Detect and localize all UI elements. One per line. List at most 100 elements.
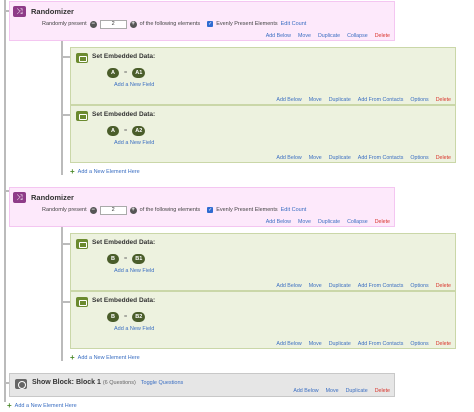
duplicate-link[interactable]: Duplicate: [318, 219, 340, 225]
duplicate-link[interactable]: Duplicate: [329, 155, 351, 161]
delete-link[interactable]: Delete: [375, 33, 390, 39]
randomize-settings: Randomly present − + of the following el…: [42, 19, 306, 29]
field-name-pill[interactable]: B: [107, 254, 119, 264]
randomizer-actions: Add Below Move Duplicate Collapse Delete: [266, 33, 390, 39]
collapse-link[interactable]: Collapse: [347, 33, 368, 39]
embedded-data-element: Set Embedded Data: A = A1 Add a New Fiel…: [70, 47, 456, 105]
move-link[interactable]: Move: [298, 219, 311, 225]
add-below-link[interactable]: Add Below: [266, 219, 291, 225]
plus-circle-icon[interactable]: +: [129, 20, 137, 28]
element-connector: [61, 114, 70, 116]
add-below-link[interactable]: Add Below: [276, 97, 301, 103]
edit-count-link[interactable]: Edit Count: [281, 207, 307, 213]
evenly-present-label: Evenly Present Elements: [216, 21, 278, 27]
element-actions: Add Below Move Duplicate Add From Contac…: [276, 283, 451, 289]
add-below-link[interactable]: Add Below: [293, 388, 318, 394]
duplicate-link[interactable]: Duplicate: [329, 283, 351, 289]
add-from-contacts-link[interactable]: Add From Contacts: [358, 97, 404, 103]
element-title: Set Embedded Data:: [92, 239, 156, 246]
delete-link[interactable]: Delete: [436, 283, 451, 289]
randomizer-title: Randomizer: [31, 7, 74, 16]
field-value-pill[interactable]: B2: [132, 312, 146, 322]
field-name-pill[interactable]: A: [107, 126, 119, 136]
element-title: Set Embedded Data:: [92, 111, 156, 118]
duplicate-link[interactable]: Duplicate: [346, 388, 368, 394]
add-field-link[interactable]: Add a New Field: [114, 82, 154, 88]
add-below-link[interactable]: Add Below: [266, 33, 291, 39]
add-from-contacts-link[interactable]: Add From Contacts: [358, 283, 404, 289]
randomizer-rail: [61, 41, 63, 175]
equals-sign: =: [124, 256, 128, 262]
move-link[interactable]: Move: [298, 33, 311, 39]
element-connector: [61, 301, 70, 303]
minus-circle-icon[interactable]: −: [89, 206, 97, 214]
plus-icon: +: [7, 401, 12, 410]
element-actions: Add Below Move Duplicate Add From Contac…: [276, 97, 451, 103]
toggle-questions-link[interactable]: Toggle Questions: [141, 380, 184, 386]
field-value-pill[interactable]: A2: [132, 126, 146, 136]
delete-link[interactable]: Delete: [436, 155, 451, 161]
flow-rail: [4, 0, 6, 402]
delete-link[interactable]: Delete: [375, 219, 390, 225]
evenly-present-label: Evenly Present Elements: [216, 207, 278, 213]
duplicate-link[interactable]: Duplicate: [318, 33, 340, 39]
move-link[interactable]: Move: [309, 97, 322, 103]
move-link[interactable]: Move: [309, 341, 322, 347]
show-block-label: Show Block: Block 1: [32, 379, 101, 386]
add-from-contacts-link[interactable]: Add From Contacts: [358, 341, 404, 347]
show-block-element: Show Block: Block 1 (6 Questions) Toggle…: [9, 373, 395, 397]
present-count-input[interactable]: [99, 205, 127, 215]
field-value-pill[interactable]: A1: [132, 68, 146, 78]
equals-sign: =: [124, 314, 128, 320]
options-link[interactable]: Options: [410, 155, 428, 161]
move-link[interactable]: Move: [326, 388, 339, 394]
randomize-settings: Randomly present − + of the following el…: [42, 205, 306, 215]
present-prefix: Randomly present: [42, 21, 87, 27]
field-name-pill[interactable]: A: [107, 68, 119, 78]
options-link[interactable]: Options: [410, 341, 428, 347]
add-element-link[interactable]: + Add a New Element Here: [70, 167, 140, 176]
plus-icon: +: [70, 353, 75, 362]
collapse-link[interactable]: Collapse: [347, 219, 368, 225]
delete-link[interactable]: Delete: [436, 97, 451, 103]
move-link[interactable]: Move: [309, 283, 322, 289]
delete-link[interactable]: Delete: [436, 341, 451, 347]
randomizer-actions: Add Below Move Duplicate Collapse Delete: [266, 219, 390, 225]
present-count-input[interactable]: [99, 19, 127, 29]
checkbox-checked-icon[interactable]: ✓: [207, 21, 214, 27]
checkbox-checked-icon[interactable]: ✓: [207, 207, 214, 213]
embedded-field-row: B = B2: [107, 312, 146, 322]
add-below-link[interactable]: Add Below: [276, 155, 301, 161]
duplicate-link[interactable]: Duplicate: [329, 97, 351, 103]
randomizer-title: Randomizer: [31, 193, 74, 202]
embedded-data-icon: [76, 297, 88, 307]
add-field-link[interactable]: Add a New Field: [114, 140, 154, 146]
shuffle-icon[interactable]: ⤨: [13, 6, 26, 17]
show-block-title: Show Block: Block 1 (6 Questions) Toggle…: [32, 379, 183, 386]
add-element-label: Add a New Element Here: [77, 355, 140, 361]
edit-count-link[interactable]: Edit Count: [281, 21, 307, 27]
duplicate-link[interactable]: Duplicate: [329, 341, 351, 347]
shuffle-icon[interactable]: ⤨: [13, 192, 26, 203]
options-link[interactable]: Options: [410, 97, 428, 103]
add-below-link[interactable]: Add Below: [276, 283, 301, 289]
add-from-contacts-link[interactable]: Add From Contacts: [358, 155, 404, 161]
randomizer-rail: [61, 227, 63, 361]
minus-circle-icon[interactable]: −: [89, 20, 97, 28]
add-element-link[interactable]: + Add a New Element Here: [70, 353, 140, 362]
add-below-link[interactable]: Add Below: [276, 341, 301, 347]
field-name-pill[interactable]: B: [107, 312, 119, 322]
add-field-link[interactable]: Add a New Field: [114, 326, 154, 332]
add-element-link[interactable]: + Add a New Element Here: [7, 401, 77, 410]
move-link[interactable]: Move: [309, 155, 322, 161]
present-suffix: of the following elements: [139, 207, 201, 213]
field-value-pill[interactable]: B1: [132, 254, 146, 264]
plus-icon: +: [70, 167, 75, 176]
plus-circle-icon[interactable]: +: [129, 206, 137, 214]
options-link[interactable]: Options: [410, 283, 428, 289]
add-element-label: Add a New Element Here: [14, 403, 77, 409]
question-count: (6 Questions): [102, 380, 136, 386]
delete-link[interactable]: Delete: [375, 388, 390, 394]
element-actions: Add Below Move Duplicate Add From Contac…: [276, 341, 451, 347]
add-field-link[interactable]: Add a New Field: [114, 268, 154, 274]
